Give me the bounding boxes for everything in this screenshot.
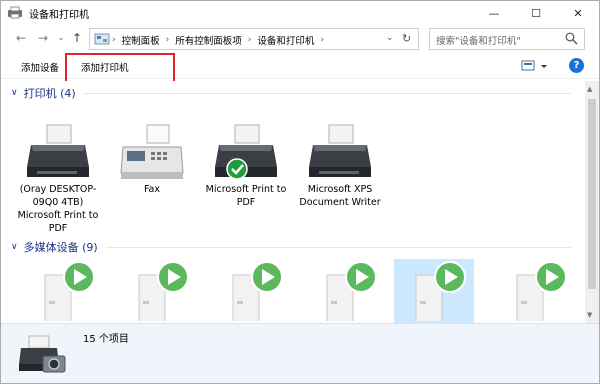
close-icon: ✕ [573,6,583,20]
add-device-button[interactable]: 添加设备 [21,60,59,74]
view-options-icon[interactable] [521,59,551,73]
devices-and-printers-window: 设备和打印机 — ☐ ✕ ← → ⌄ ↑ › 控制面板 › 所有控制面板项 › … [0,0,600,384]
maximize-icon: ☐ [531,6,541,20]
forward-arrow-icon: → [37,31,49,45]
media-device-icon [138,261,189,321]
device-label: Microsoft XPS Document Writer [299,184,381,208]
back-button[interactable]: ← [13,30,29,46]
media-device-item-selected[interactable] [394,259,480,323]
group-divider [105,246,571,248]
group-header-printers[interactable]: ∨ 打印机 (4) [1,85,581,101]
minimize-icon: — [488,6,500,20]
breadcrumb-control-panel[interactable]: 控制面板 [122,33,160,47]
help-icon: ? [573,60,580,71]
title-bar: 设备和打印机 — ☐ ✕ [1,1,599,25]
media-device-icon [44,261,95,321]
group-title: 打印机 (4) [23,87,76,100]
fax-icon [120,124,184,179]
chevron-down-icon: ∨ [11,88,18,98]
device-label: Microsoft Print to PDF [205,184,287,208]
group-header-multimedia[interactable]: ∨ 多媒体设备 (9) [1,239,581,255]
device-item[interactable]: Microsoft Print to PDF [203,123,289,209]
printer-default-icon [215,124,277,180]
printer-icon [27,124,89,177]
breadcrumb-separator: › [247,35,252,45]
breadcrumb-separator: › [112,35,116,45]
media-device-item[interactable] [23,261,109,321]
close-button[interactable]: ✕ [557,1,599,25]
minimize-button[interactable]: — [473,1,515,25]
forward-button[interactable]: → [35,30,51,46]
media-device-icon [516,261,567,321]
device-label: Fax [143,184,161,195]
device-label: (Oray DESKTOP-09Q0 4TB) Microsoft Print … [17,184,99,234]
group-divider [83,92,571,94]
media-device-icon [232,261,283,321]
refresh-icon[interactable]: ↻ [402,32,411,45]
media-device-icon [326,261,377,321]
breadcrumb: › 控制面板 › 所有控制面板项 › 设备和打印机 › [112,33,330,47]
media-device-icon [415,261,466,321]
up-button[interactable]: ↑ [69,30,85,46]
search-input[interactable]: 搜索"设备和打印机" [429,28,585,50]
devices-printers-app-icon [8,6,22,19]
vertical-scrollbar[interactable]: ▲ ▼ [585,81,599,323]
details-pane: 15 个项目 [1,323,599,383]
device-item[interactable]: Microsoft XPS Document Writer [297,123,383,209]
devices-printers-large-icon [19,335,66,373]
breadcrumb-devices-printers[interactable]: 设备和打印机 [257,33,314,47]
maximize-button[interactable]: ☐ [515,1,557,25]
address-row: ← → ⌄ ↑ › 控制面板 › 所有控制面板项 › 设备和打印机 › ⌄ ↻ … [1,27,599,51]
up-arrow-icon: ↑ [71,31,83,45]
chevron-down-icon: ⌄ [57,33,65,43]
group-title: 多媒体设备 (9) [23,241,98,254]
scrollbar-thumb[interactable] [588,99,596,289]
back-arrow-icon: ← [15,31,27,45]
chevron-down-icon: ∨ [11,242,18,252]
search-placeholder: 搜索"设备和打印机" [436,36,521,47]
media-device-item[interactable] [305,261,391,321]
media-device-item[interactable] [117,261,203,321]
recent-locations-button[interactable]: ⌄ [53,30,69,46]
media-device-item[interactable] [495,261,581,321]
scroll-up-icon[interactable]: ▲ [587,85,592,93]
window-title: 设备和打印机 [29,10,89,21]
address-dropdown-icon[interactable]: ⌄ [386,33,394,43]
device-item[interactable]: Fax [109,123,195,196]
media-device-item[interactable] [211,261,297,321]
address-bar[interactable]: › 控制面板 › 所有控制面板项 › 设备和打印机 › ⌄ ↻ [89,28,419,50]
item-count: 15 个项目 [83,334,129,345]
search-icon [565,32,578,45]
breadcrumb-all-items[interactable]: 所有控制面板项 [175,33,242,47]
control-panel-icon [94,33,110,45]
printer-icon [309,124,371,177]
device-item[interactable]: (Oray DESKTOP-09Q0 4TB) Microsoft Print … [15,123,101,235]
device-list: ∨ 打印机 (4) (Oray DESKTOP-09Q0 4TB) Micros… [1,81,585,323]
help-button[interactable]: ? [569,58,584,73]
breadcrumb-separator: › [320,35,324,45]
scroll-down-icon[interactable]: ▼ [587,311,592,319]
breadcrumb-separator: › [165,35,170,45]
